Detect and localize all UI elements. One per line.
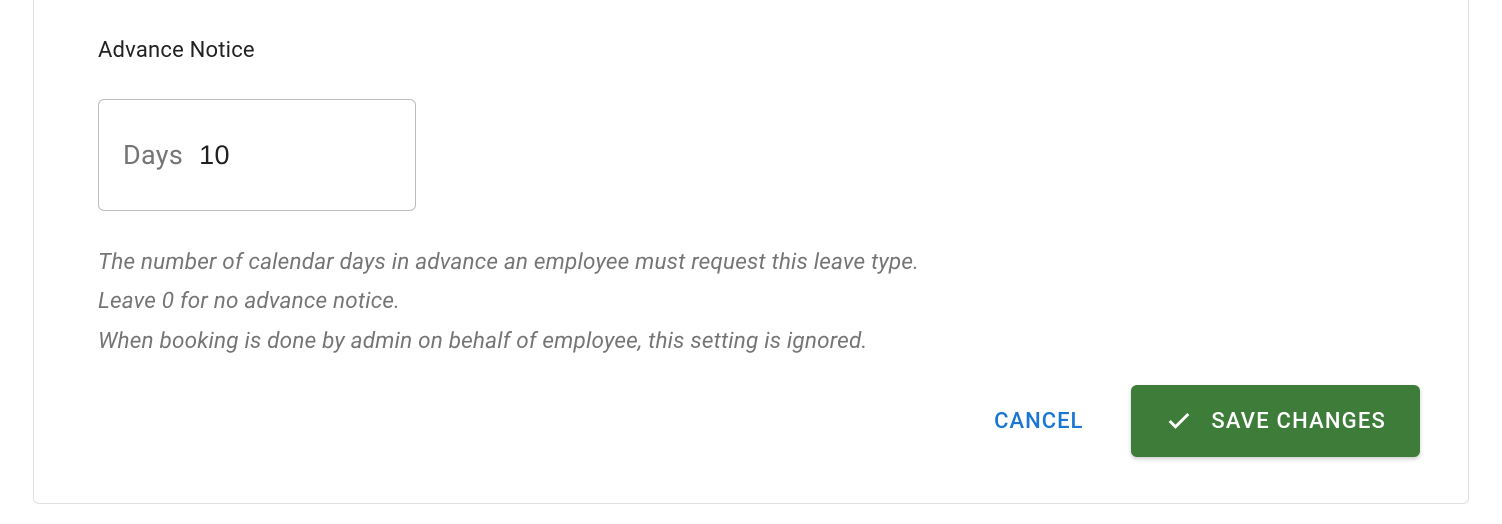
field-label: Advance Notice [98, 0, 1404, 63]
save-button-label: SAVE CHANGES [1211, 409, 1386, 434]
action-bar: CANCEL SAVE CHANGES [994, 385, 1420, 457]
days-input[interactable] [199, 140, 299, 171]
help-line-3: When booking is done by admin on behalf … [98, 322, 1404, 361]
check-icon [1165, 407, 1193, 435]
help-text: The number of calendar days in advance a… [98, 243, 1404, 361]
cancel-button[interactable]: CANCEL [994, 397, 1083, 446]
input-prefix: Days [123, 139, 183, 171]
days-input-wrapper[interactable]: Days [98, 99, 416, 211]
help-line-1: The number of calendar days in advance a… [98, 243, 1404, 282]
help-line-2: Leave 0 for no advance notice. [98, 282, 1404, 321]
save-button[interactable]: SAVE CHANGES [1131, 385, 1420, 457]
settings-card: Advance Notice Days The number of calend… [33, 0, 1469, 504]
